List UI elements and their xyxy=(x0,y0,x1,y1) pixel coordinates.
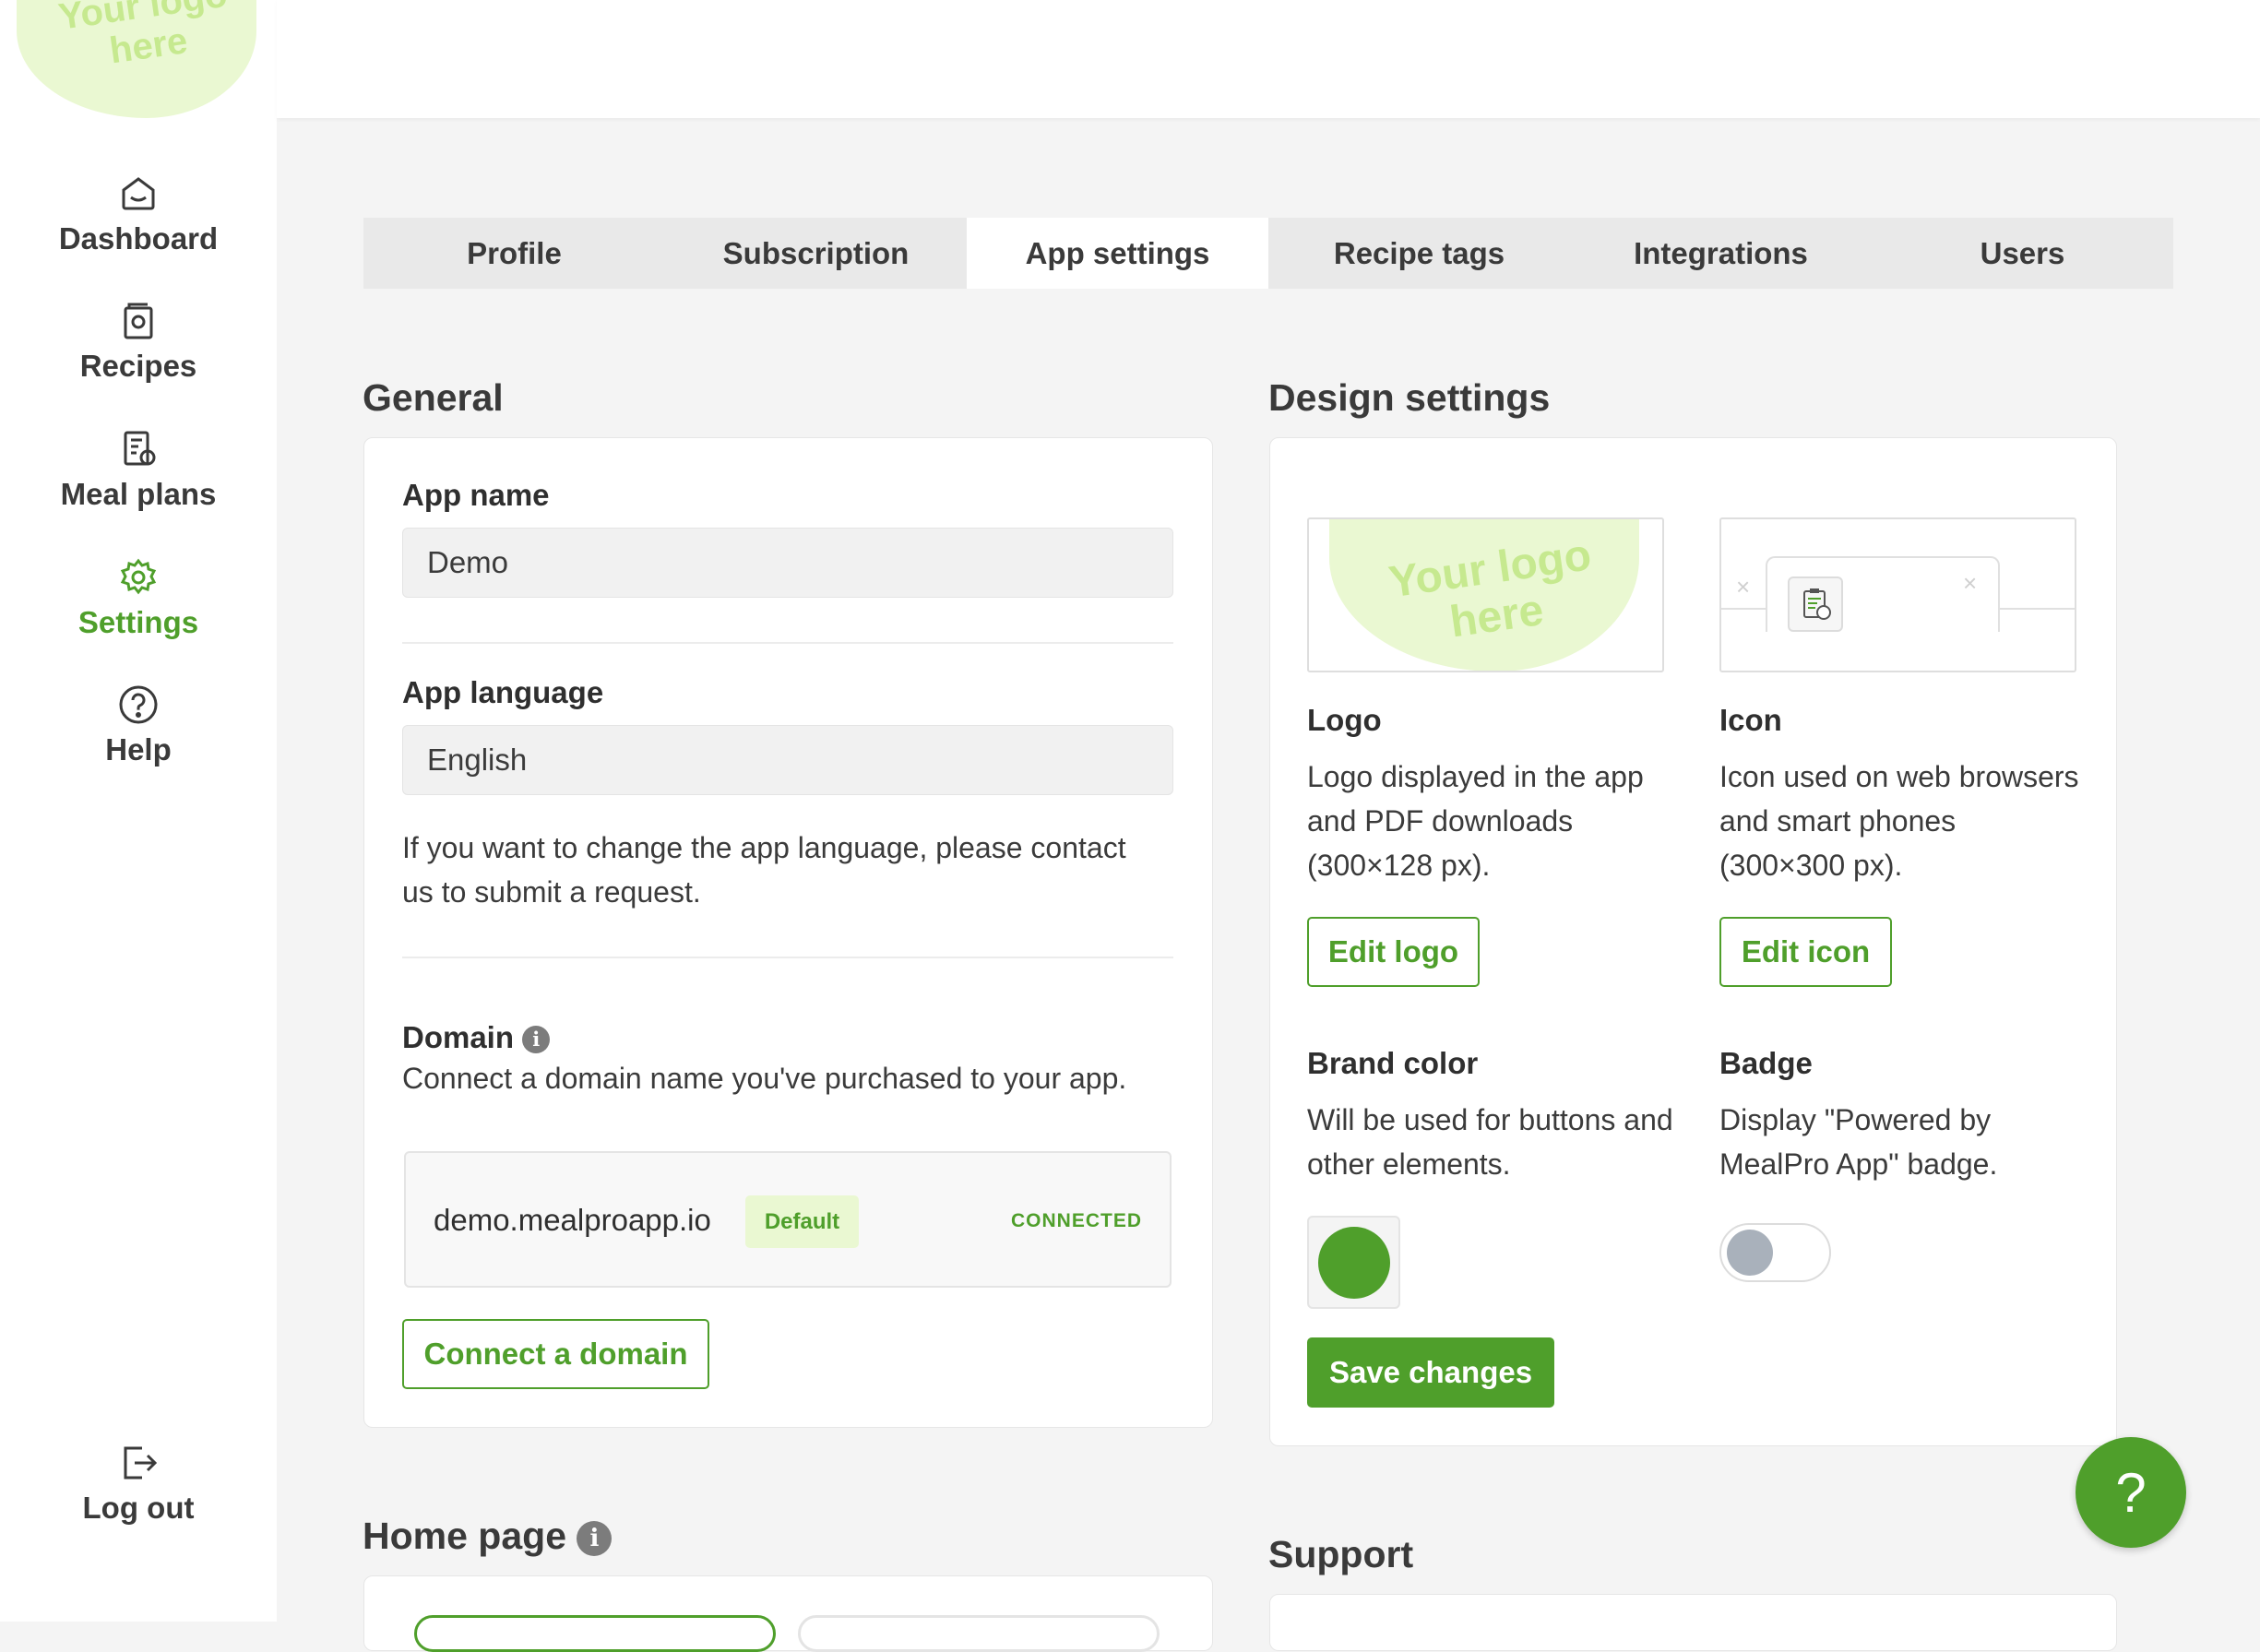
logout-button[interactable]: Log out xyxy=(0,1441,277,1526)
settings-tabs: Profile Subscription App settings Recipe… xyxy=(363,218,2173,289)
home-page-title-row: Home page i xyxy=(363,1515,613,1558)
edit-logo-button[interactable]: Edit logo xyxy=(1307,917,1480,987)
question-circle-icon xyxy=(119,685,158,724)
info-icon[interactable]: i xyxy=(577,1521,613,1557)
language-note: If you want to change the app language, … xyxy=(402,831,1126,909)
divider xyxy=(402,642,1173,644)
sidebar-item-label: Dashboard xyxy=(58,221,219,256)
app-language-input[interactable]: English xyxy=(402,725,1173,795)
close-icon: × xyxy=(1736,573,1751,600)
domain-name: demo.mealproapp.io xyxy=(434,1203,711,1237)
sidebar-item-dashboard[interactable]: Dashboard xyxy=(0,172,277,256)
tab-users[interactable]: Users xyxy=(1872,218,2173,289)
sidebar-item-help[interactable]: Help xyxy=(0,683,277,767)
close-icon: × xyxy=(1963,569,1978,597)
logo-description: Logo displayed in the app and PDF downlo… xyxy=(1307,760,1644,882)
sidebar: Your logo here Dashboard Recipes Meal pl… xyxy=(0,0,277,1622)
divider xyxy=(402,957,1173,958)
app-name-input[interactable]: Demo xyxy=(402,528,1173,598)
toggle-knob xyxy=(1727,1230,1773,1276)
logo-preview: Your logo here xyxy=(1307,517,1664,672)
brand-color-swatch xyxy=(1318,1227,1390,1299)
sidebar-item-recipes[interactable]: Recipes xyxy=(0,299,277,384)
app-icon-preview xyxy=(1788,576,1843,632)
home-page-option[interactable] xyxy=(414,1615,776,1652)
gear-icon xyxy=(120,558,157,595)
sidebar-item-label: Recipes xyxy=(79,349,197,383)
home-page-title: Home page xyxy=(363,1515,566,1557)
recipe-icon xyxy=(1803,588,1831,620)
sidebar-item-label: Meal plans xyxy=(60,477,217,511)
edit-icon-button[interactable]: Edit icon xyxy=(1719,917,1892,987)
icon-preview: × × xyxy=(1719,517,2076,672)
logo-placeholder-text: Your logo here xyxy=(55,0,230,72)
domain-description: Connect a domain name you've purchased t… xyxy=(402,1062,1127,1095)
badge-toggle[interactable] xyxy=(1719,1223,1831,1282)
domain-label: Domain xyxy=(402,1020,515,1054)
support-section-title: Support xyxy=(1268,1533,1414,1575)
support-card xyxy=(1269,1594,2117,1651)
info-icon[interactable]: i xyxy=(522,1026,551,1054)
sidebar-item-meal-plans[interactable]: Meal plans xyxy=(0,427,277,512)
recipe-book-icon xyxy=(124,303,153,339)
sidebar-item-label: Help xyxy=(105,732,172,767)
domain-label-row: Domain i xyxy=(402,1020,551,1055)
brand-color-description: Will be used for buttons and other eleme… xyxy=(1307,1103,1673,1181)
home-page-card xyxy=(363,1575,1213,1652)
general-section-title: General xyxy=(363,376,504,419)
sidebar-item-label: Settings xyxy=(77,605,199,639)
tab-subscription[interactable]: Subscription xyxy=(665,218,967,289)
tab-recipe-tags[interactable]: Recipe tags xyxy=(1268,218,1570,289)
top-bar xyxy=(277,0,2260,118)
connect-domain-button[interactable]: Connect a domain xyxy=(402,1319,709,1389)
app-logo[interactable]: Your logo here xyxy=(17,0,256,118)
icon-label: Icon xyxy=(1719,703,1782,737)
brand-color-picker[interactable] xyxy=(1307,1216,1400,1309)
home-page-option[interactable] xyxy=(798,1615,1160,1652)
save-changes-button[interactable]: Save changes xyxy=(1307,1337,1554,1408)
app-language-label: App language xyxy=(402,675,604,709)
tab-profile[interactable]: Profile xyxy=(363,218,665,289)
home-icon xyxy=(122,177,155,210)
logout-label: Log out xyxy=(82,1491,195,1525)
badge-description: Display "Powered by MealPro App" badge. xyxy=(1719,1103,1998,1181)
icon-description: Icon used on web browsers and smart phon… xyxy=(1719,760,2079,882)
badge-label: Badge xyxy=(1719,1046,1813,1080)
meal-plan-icon xyxy=(124,431,156,466)
tab-app-settings[interactable]: App settings xyxy=(967,218,1268,289)
domain-list-item: demo.mealproapp.io Default CONNECTED xyxy=(404,1151,1172,1288)
help-chat-button[interactable]: ? xyxy=(2076,1437,2186,1548)
design-section-title: Design settings xyxy=(1268,376,1551,419)
logout-icon xyxy=(124,1446,158,1480)
brand-color-label: Brand color xyxy=(1307,1046,1479,1080)
domain-status: CONNECTED xyxy=(1010,1210,1142,1231)
sidebar-item-settings[interactable]: Settings xyxy=(0,555,277,640)
tab-integrations[interactable]: Integrations xyxy=(1570,218,1872,289)
app-name-label: App name xyxy=(402,478,550,512)
default-badge: Default xyxy=(745,1195,859,1248)
logo-label: Logo xyxy=(1307,703,1382,737)
